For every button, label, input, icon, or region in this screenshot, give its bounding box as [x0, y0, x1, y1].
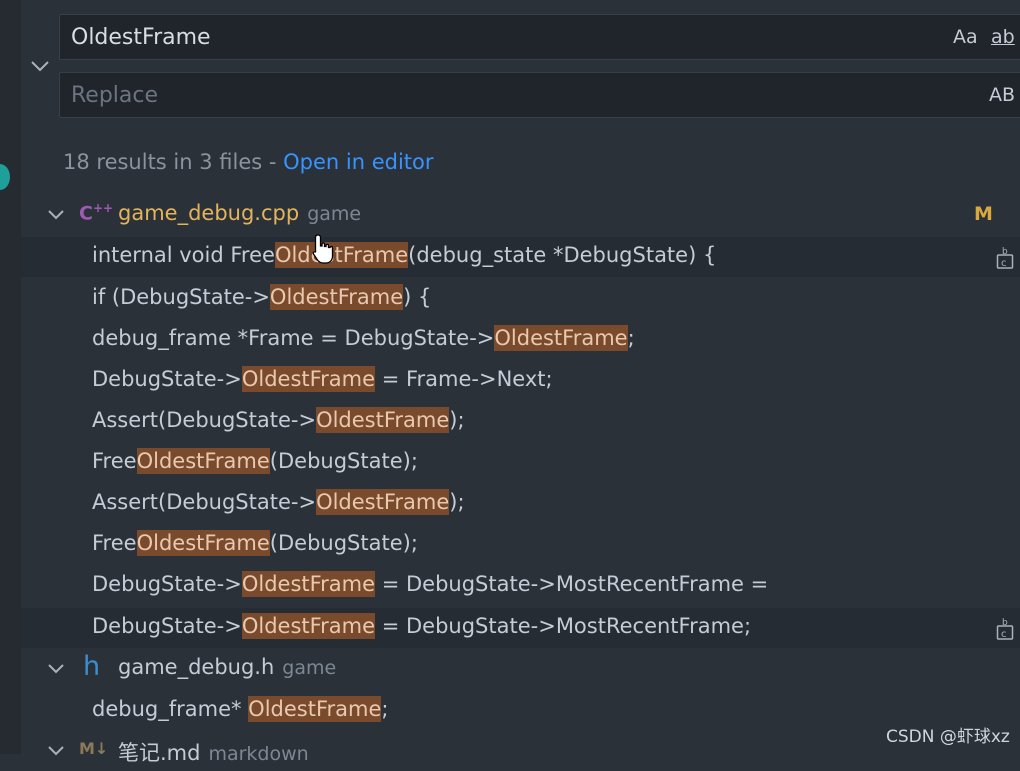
results-summary: 18 results in 3 files - Open in editor: [63, 150, 434, 174]
match-post: );: [449, 490, 465, 514]
file-dir: game: [307, 203, 362, 225]
match-highlight: OldestFrame: [269, 284, 404, 310]
match-row[interactable]: DebugState->OldestFrame = Frame->Next;: [21, 361, 1020, 401]
match-row[interactable]: debug_frame* OldestFrame;: [21, 691, 1020, 731]
match-highlight: OldestFrame: [241, 571, 376, 597]
match-pre: DebugState->: [92, 367, 242, 391]
watermark: CSDN @虾球xz: [886, 727, 1010, 747]
match-case-toggle[interactable]: Aa: [953, 26, 978, 48]
file-name: game_debug.h: [118, 655, 275, 679]
match-pre: Free: [92, 449, 137, 473]
match-post: ;: [381, 697, 389, 721]
match-row[interactable]: DebugState->OldestFrame = DebugState->Mo…: [21, 608, 1020, 648]
match-highlight: OldestFrame: [316, 489, 450, 515]
match-post: = Frame->Next;: [375, 367, 553, 391]
match-highlight: OldestFrame: [136, 448, 270, 474]
hand-pointer-icon: [312, 234, 334, 264]
markdown-file-icon: M↓: [79, 739, 109, 758]
replace-input[interactable]: Replace AB: [59, 72, 1020, 118]
match-post: (debug_state *DebugState) {: [408, 243, 717, 267]
match-post: ) {: [403, 285, 432, 309]
match-pre: Assert(DebugState->: [92, 408, 317, 432]
match-row[interactable]: DebugState->OldestFrame = DebugState->Mo…: [21, 566, 1020, 606]
match-highlight: OldestFrame: [494, 325, 628, 351]
match-row[interactable]: if (DebugState->OldestFrame) {: [21, 279, 1020, 319]
match-post: (DebugState);: [269, 531, 418, 555]
replace-input-placeholder: Replace: [71, 83, 159, 108]
match-pre: Assert(DebugState->: [92, 490, 317, 514]
svg-text:c: c: [1001, 629, 1007, 640]
match-highlight: OldestFrame: [248, 696, 382, 722]
results-count-text: 18 results in 3 files -: [63, 150, 284, 174]
match-pre: internal void Free: [92, 243, 275, 267]
match-highlight: OldestFrame: [316, 407, 450, 433]
match-row[interactable]: Assert(DebugState->OldestFrame);: [21, 402, 1020, 442]
match-pre: Free: [92, 531, 137, 555]
replace-icon[interactable]: b c: [996, 615, 1014, 641]
match-row[interactable]: Assert(DebugState->OldestFrame);: [21, 484, 1020, 524]
match-highlight: OldestFrame: [241, 366, 376, 392]
match-row[interactable]: internal void FreeOldestFrame(debug_stat…: [21, 237, 1020, 277]
match-post: = DebugState->MostRecentFrame;: [375, 614, 752, 638]
toggle-replace-chevron-icon[interactable]: [29, 57, 51, 75]
cpp-file-icon: C++: [79, 201, 114, 225]
match-highlight: OldestFrame: [274, 242, 409, 268]
match-pre: debug_frame*: [92, 697, 249, 721]
match-row[interactable]: debug_frame *Frame = DebugState->OldestF…: [21, 320, 1020, 360]
preserve-case-toggle[interactable]: AB: [989, 84, 1015, 106]
file-name: game_debug.cpp: [118, 201, 300, 225]
open-in-editor-link[interactable]: Open in editor: [283, 150, 433, 174]
match-highlight: OldestFrame: [136, 530, 270, 556]
chevron-down-icon[interactable]: [47, 662, 65, 676]
match-highlight: OldestFrame: [241, 613, 376, 639]
gutter-indicator: [0, 164, 10, 190]
file-dir: game: [282, 657, 337, 679]
file-label: game_debug.cpp game: [118, 201, 361, 225]
whole-word-toggle[interactable]: ab: [991, 26, 1015, 48]
match-pre: DebugState->: [92, 572, 242, 596]
file-group-game-debug-h[interactable]: h game_debug.h game: [21, 651, 1020, 689]
svg-text:c: c: [1001, 258, 1007, 269]
file-label: 笔记.md markdown: [118, 737, 309, 767]
file-group-game-debug-cpp[interactable]: C++ game_debug.cpp game M: [21, 197, 1020, 235]
match-pre: debug_frame *Frame = DebugState->: [92, 326, 495, 350]
match-pre: if (DebugState->: [92, 285, 270, 309]
search-input-value: OldestFrame: [71, 25, 211, 50]
chevron-down-icon[interactable]: [47, 744, 65, 758]
match-post: (DebugState);: [269, 449, 418, 473]
file-group-notes-md[interactable]: M↓ 笔记.md markdown: [21, 733, 1020, 771]
match-post: = DebugState->MostRecentFrame =: [375, 572, 769, 596]
file-name: 笔记.md: [118, 741, 201, 765]
file-label: game_debug.h game: [118, 655, 336, 679]
header-file-icon: h: [83, 651, 101, 682]
chevron-down-icon[interactable]: [47, 208, 65, 222]
file-dir: markdown: [208, 743, 309, 765]
match-pre: DebugState->: [92, 614, 242, 638]
activity-gutter: [0, 0, 21, 754]
replace-icon[interactable]: b c: [996, 244, 1014, 270]
match-post: ;: [627, 326, 635, 350]
match-row[interactable]: FreeOldestFrame(DebugState);: [21, 525, 1020, 565]
search-input[interactable]: OldestFrame Aa ab: [59, 14, 1020, 60]
match-row[interactable]: FreeOldestFrame(DebugState);: [21, 443, 1020, 483]
match-post: );: [449, 408, 465, 432]
modified-badge: M: [974, 203, 993, 225]
